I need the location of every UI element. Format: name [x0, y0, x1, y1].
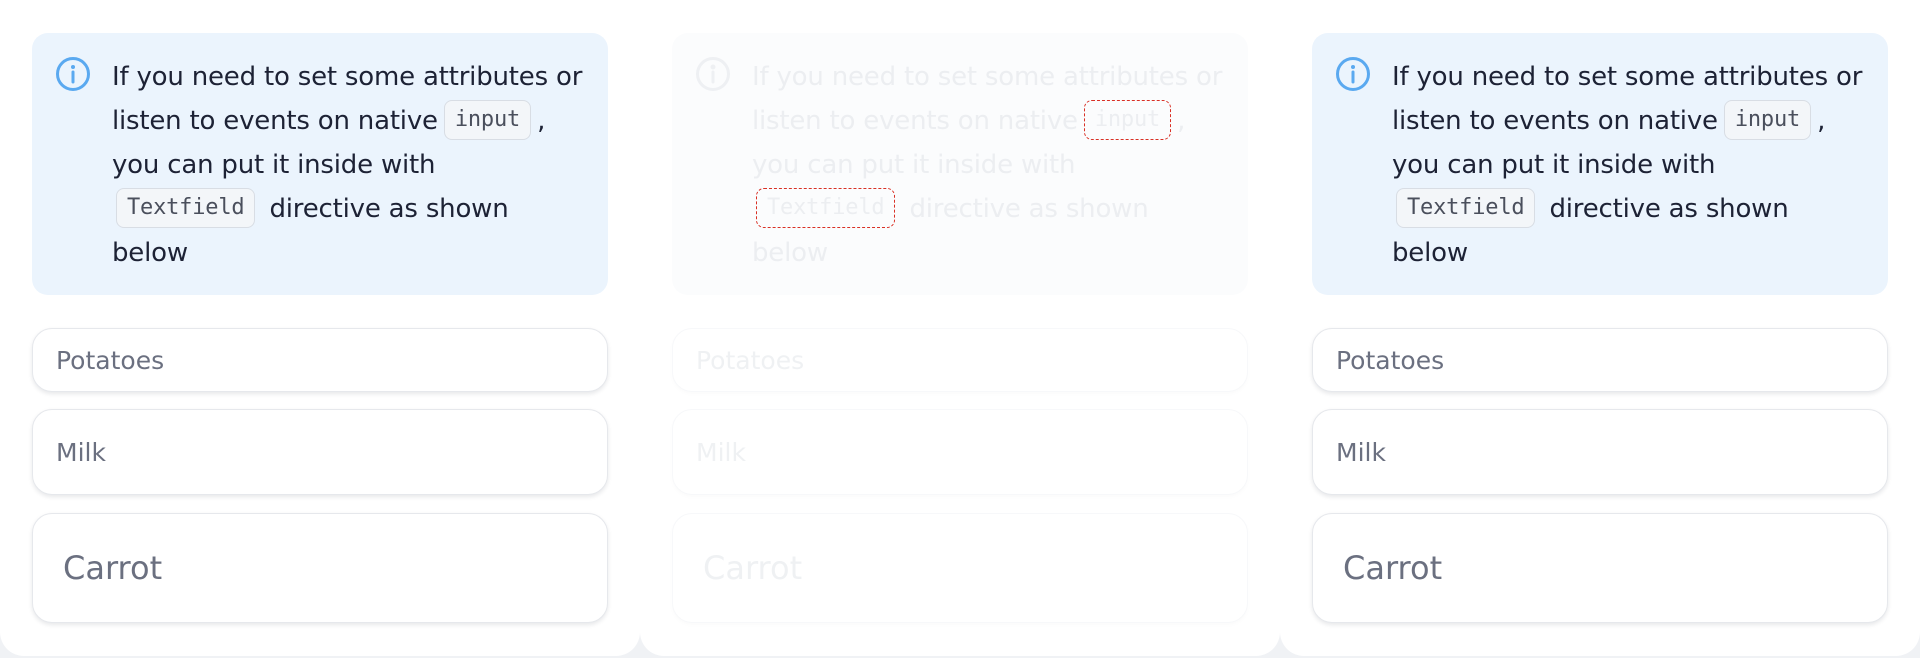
- code-snippet-input: input: [1083, 99, 1172, 140]
- notice-text-segment: listen to events on native: [1392, 106, 1718, 136]
- notice-text-segment: directive as shown: [1549, 194, 1789, 224]
- text-field-milk[interactable]: Milk: [32, 409, 608, 495]
- code-snippet-textfield: Textfield: [756, 187, 896, 228]
- info-icon: [56, 57, 90, 91]
- notice-line: If you need to set some attributes or: [112, 62, 583, 92]
- info-notice: If you need to set some attributes or li…: [32, 33, 608, 295]
- notice-text-segment: ,: [1177, 106, 1186, 136]
- notice-line: listen to events on native input,: [752, 99, 1222, 143]
- text-field-carrot[interactable]: Carrot: [32, 513, 608, 623]
- text-field-potatoes[interactable]: Potatoes: [32, 328, 608, 392]
- notice-line: below: [1392, 238, 1468, 268]
- notice-text-segment: directive as shown: [909, 194, 1149, 224]
- text-field-milk[interactable]: Milk: [1312, 409, 1888, 495]
- demo-panel-left: If you need to set some attributes or li…: [0, 0, 640, 656]
- text-field-milk[interactable]: Milk: [672, 409, 1248, 495]
- notice-text-segment: ,: [1817, 106, 1826, 136]
- code-snippet-textfield: Textfield: [116, 187, 256, 228]
- demo-panel-middle: If you need to set some attributes or li…: [640, 0, 1280, 656]
- demo-panel-right: If you need to set some attributes or li…: [1280, 0, 1920, 656]
- notice-text-segment: directive as shown: [269, 194, 509, 224]
- notice-line: you can put it inside with: [112, 150, 436, 180]
- notice-line: Textfield directive as shown: [112, 187, 582, 231]
- code-snippet-textfield: Textfield: [1396, 187, 1536, 228]
- code-snippet-input: input: [1723, 99, 1812, 140]
- notice-line: below: [752, 238, 828, 268]
- notice-line: If you need to set some attributes or: [1392, 62, 1863, 92]
- text-field-potatoes[interactable]: Potatoes: [672, 328, 1248, 392]
- notice-message: If you need to set some attributes or li…: [1392, 55, 1862, 275]
- notice-line: listen to events on native input,: [1392, 99, 1862, 143]
- info-icon: [1336, 57, 1370, 91]
- notice-line: you can put it inside with: [752, 150, 1076, 180]
- notice-line: listen to events on native input,: [112, 99, 582, 143]
- notice-line: If you need to set some attributes or: [752, 62, 1223, 92]
- notice-message: If you need to set some attributes or li…: [752, 55, 1222, 275]
- notice-text-segment: listen to events on native: [112, 106, 438, 136]
- info-notice: If you need to set some attributes or li…: [672, 33, 1248, 295]
- notice-text-segment: ,: [537, 106, 546, 136]
- notice-line: Textfield directive as shown: [1392, 187, 1862, 231]
- notice-line: below: [112, 238, 188, 268]
- notice-line: Textfield directive as shown: [752, 187, 1222, 231]
- text-field-carrot[interactable]: Carrot: [1312, 513, 1888, 623]
- text-field-carrot[interactable]: Carrot: [672, 513, 1248, 623]
- code-snippet-input: input: [443, 99, 532, 140]
- notice-line: you can put it inside with: [1392, 150, 1716, 180]
- notice-text-segment: listen to events on native: [752, 106, 1078, 136]
- text-field-potatoes[interactable]: Potatoes: [1312, 328, 1888, 392]
- notice-message: If you need to set some attributes or li…: [112, 55, 582, 275]
- info-notice: If you need to set some attributes or li…: [1312, 33, 1888, 295]
- info-icon: [696, 57, 730, 91]
- demo-row: If you need to set some attributes or li…: [0, 0, 1920, 658]
